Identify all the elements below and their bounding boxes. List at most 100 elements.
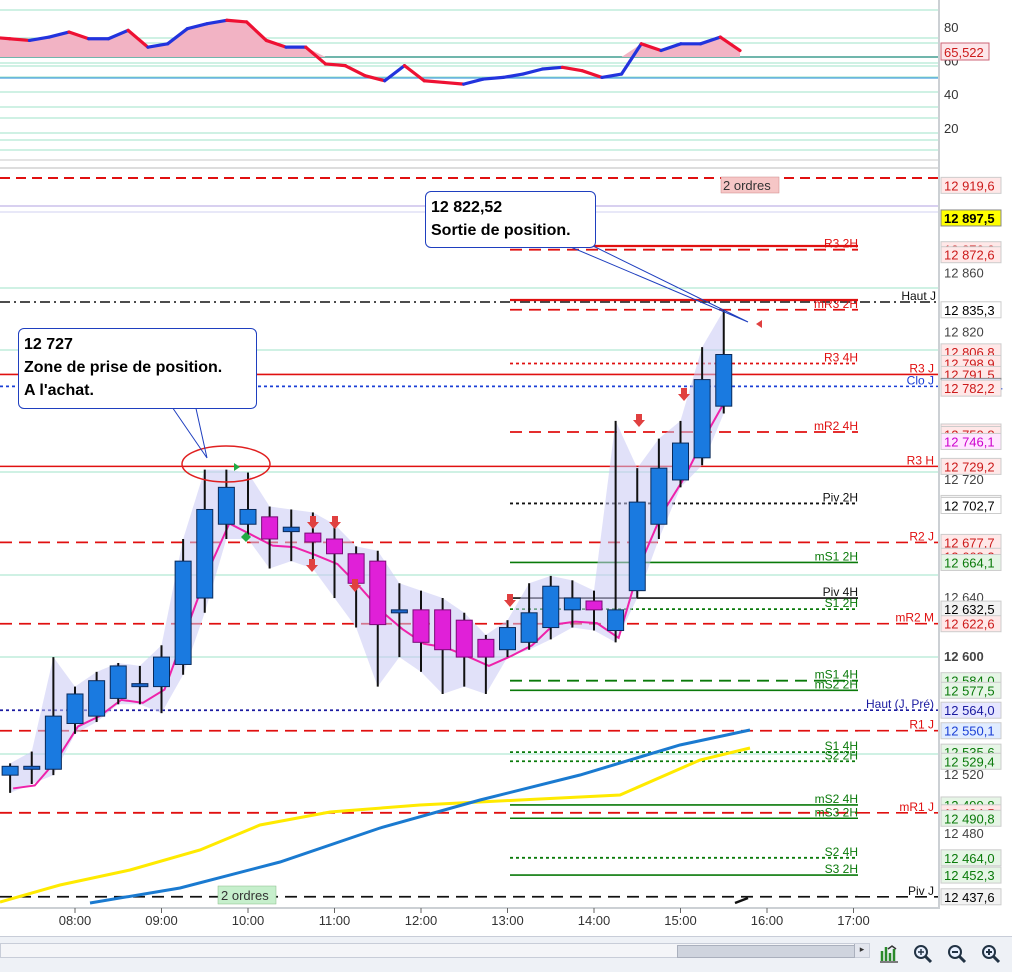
price-label: 12 622,6 [944, 617, 995, 632]
time-tick-label: 12:00 [405, 913, 438, 928]
level-label: mR1 J [899, 800, 934, 814]
price-label: 12 897,5 [944, 211, 995, 226]
candle-body [499, 627, 516, 651]
time-tick-label: 10:00 [232, 913, 265, 928]
price-label: 12 919,6 [944, 178, 995, 193]
candle-body [347, 553, 365, 584]
level-label: R2 J [909, 529, 934, 543]
scroll-right-icon[interactable]: ▸ [854, 944, 869, 957]
time-scrollbar[interactable]: ▸ [0, 943, 870, 958]
price-label: 12 872,6 [944, 248, 995, 263]
price-label: 12 464,0 [944, 851, 995, 866]
level-label: mS2 4H [815, 792, 858, 806]
candle-body [520, 612, 538, 643]
rsi-tick-label: 20 [944, 121, 958, 136]
level-label: Haut (J, Pré) [866, 697, 934, 711]
candle-body [109, 665, 127, 699]
candle-body [542, 585, 560, 629]
price-label: 12 452,3 [944, 868, 995, 883]
zoom-in-icon[interactable] [978, 941, 1004, 967]
candle-body [390, 609, 408, 614]
candle-body [239, 508, 257, 525]
level-label: S1 2H [825, 596, 858, 610]
candle-body [369, 560, 387, 626]
orders-badge-text: 2 ordres [221, 888, 269, 903]
rsi-value-label: 65,522 [944, 45, 984, 60]
time-tick-label: 08:00 [59, 913, 92, 928]
rsi-tick-label: 40 [944, 87, 958, 102]
price-chart[interactable]: 8060402065,522R3 2HmR3 2HR3 4HR3 JClo Jm… [0, 0, 1012, 936]
candle-body [628, 501, 646, 592]
price-label: 12 746,1 [944, 434, 995, 449]
candle-body [44, 715, 62, 770]
level-label: mR3 2H [814, 297, 858, 311]
exit-annotation: 12 822,52 Sortie de position. [425, 191, 596, 248]
level-label: mS1 2H [815, 549, 858, 563]
zoom-fit-icon[interactable] [910, 941, 936, 967]
rsi-line-segment [481, 75, 505, 81]
level-label: mS2 2H [815, 677, 858, 691]
candle-body [326, 538, 343, 555]
candle-body [412, 609, 430, 643]
candle-body [174, 560, 192, 665]
time-tick-label: 11:00 [319, 913, 351, 928]
price-label: 12 490,8 [944, 811, 995, 826]
rsi-line-segment [225, 18, 249, 24]
entry-annotation: 12 727 Zone de prise de position. A l'ac… [18, 328, 257, 409]
candle-body [1, 765, 19, 776]
level-label: R1 J [909, 718, 934, 732]
candle-body [66, 693, 84, 724]
entry-direction: A l'achat. [24, 382, 94, 399]
entry-price: 12 727 [24, 336, 73, 353]
candle-body [607, 609, 625, 632]
candle-body [131, 683, 149, 688]
orders-badge-text: 2 ordres [723, 178, 771, 193]
candle-body [23, 765, 41, 770]
time-tick-label: 17:00 [837, 913, 870, 928]
candle-body [217, 486, 235, 525]
candle-body [693, 379, 711, 459]
candle-body [153, 656, 170, 688]
exit-label: Sortie de position. [431, 222, 571, 239]
bar-chart-icon[interactable] [876, 941, 902, 967]
scrollbar-thumb[interactable] [677, 945, 855, 958]
level-label: Piv J [908, 884, 934, 898]
price-label: 12 529,4 [944, 754, 995, 769]
level-label: R3 4H [824, 351, 858, 365]
candle-body [434, 609, 452, 651]
candle-body [585, 600, 603, 611]
level-label: S2 4H [825, 845, 858, 859]
level-label: R3 H [907, 453, 934, 467]
level-label: mR2 4H [814, 419, 858, 433]
price-label: 12 702,7 [944, 498, 995, 513]
price-label: 12 577,5 [944, 683, 995, 698]
price-label: 12 835,3 [944, 303, 995, 318]
rsi-line-segment [323, 62, 347, 68]
candle-body [477, 638, 495, 658]
candle-body [261, 516, 279, 540]
price-label: 12 782,2 [944, 381, 995, 396]
haut-label: Haut J [901, 289, 936, 303]
price-label: 12 564,0 [944, 703, 995, 718]
price-label: 12 632,5 [944, 602, 995, 617]
rsi-line-segment [541, 65, 564, 71]
candle-body [196, 508, 214, 599]
zoom-out-icon[interactable] [944, 941, 970, 967]
rsi-line-segment [8, 37, 32, 43]
level-label: R3 2H [824, 237, 858, 251]
price-tick-label: 12 820 [944, 324, 984, 339]
rsi-line-segment [442, 80, 466, 86]
level-label: Clo J [907, 373, 934, 387]
level-label: mR2 M [895, 611, 934, 625]
candle-body [455, 619, 473, 658]
price-label: 12 664,1 [944, 555, 995, 570]
candle-body [715, 354, 733, 407]
time-tick-label: 09:00 [145, 913, 178, 928]
level-label: S2 2H [825, 748, 858, 762]
candle-body [650, 467, 668, 525]
time-tick-label: 15:00 [664, 913, 697, 928]
level-label: Piv 2H [823, 490, 858, 504]
exit-price: 12 822,52 [431, 199, 503, 216]
price-tick-label: 12 600 [944, 649, 984, 664]
entry-label: Zone de prise de position. [24, 359, 223, 376]
